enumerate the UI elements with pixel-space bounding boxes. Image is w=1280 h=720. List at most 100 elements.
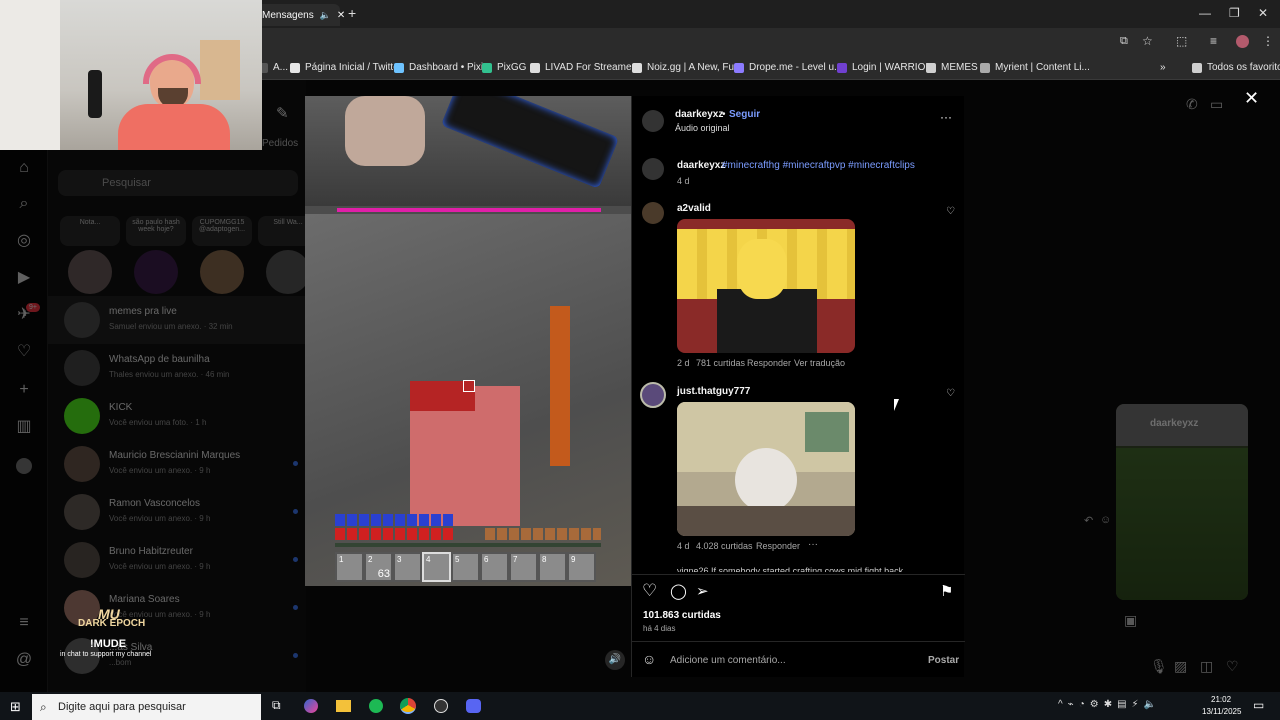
threads-icon[interactable]: @	[14, 650, 34, 670]
bookmark-item[interactable]: Myrient | Content Li...	[980, 62, 1090, 73]
comment-user[interactable]: a2valid	[677, 203, 711, 214]
more-options-icon[interactable]: ···	[940, 110, 952, 124]
comment-input[interactable]: Adicione um comentário...	[670, 655, 910, 666]
video-call-icon[interactable]: ▭	[1210, 96, 1223, 113]
sticker-icon[interactable]: ▣	[1124, 612, 1137, 629]
reply-icon[interactable]: ↶	[1084, 514, 1093, 527]
obs-icon[interactable]	[434, 699, 448, 713]
react-icon[interactable]: ☺	[1100, 514, 1111, 526]
menu-icon[interactable]: ⋮	[1262, 34, 1274, 48]
bookmark-star-icon[interactable]: ☆	[1142, 34, 1153, 48]
share-icon[interactable]: ➢	[696, 582, 709, 600]
close-window-button[interactable]: ✕	[1258, 6, 1268, 20]
mute-button[interactable]: 🔊	[605, 650, 625, 670]
bookmark-item[interactable]: A...	[258, 62, 288, 73]
bookmark-item[interactable]: Drope.me - Level u...	[734, 62, 842, 73]
bookmark-item[interactable]: PixGG	[482, 62, 526, 73]
voice-message-icon[interactable]: 🎙	[1150, 658, 1168, 675]
new-message-icon[interactable]: ✎	[276, 104, 289, 122]
search-input[interactable]: Pesquisar	[58, 170, 298, 196]
more-menu-icon[interactable]: ≡	[14, 613, 34, 633]
media-icon[interactable]: ≡	[1210, 34, 1217, 48]
comment-likes[interactable]: 4.028 curtidas	[696, 541, 753, 551]
total-likes[interactable]: 101.863 curtidas	[643, 610, 721, 621]
comment-reply[interactable]: Responder	[747, 358, 791, 368]
all-favorites-folder[interactable]: Todos os favoritos	[1192, 62, 1280, 73]
call-icon[interactable]: ✆	[1186, 96, 1198, 113]
comment-avatar[interactable]	[640, 382, 666, 408]
bookmark-item[interactable]: Login | WARRIOR	[837, 62, 933, 73]
spotify-icon[interactable]	[369, 699, 383, 713]
conversation-item[interactable]: Bruno Habitzreuter Você enviou um anexo. …	[48, 536, 306, 584]
reel-video[interactable]: 1 2 63 3 4 5 6 7 8 9	[305, 96, 632, 586]
author-avatar[interactable]	[642, 110, 664, 132]
pedidos-link[interactable]: Pedidos	[262, 138, 298, 149]
post-comment-button[interactable]: Postar	[928, 655, 959, 666]
tab-close-icon[interactable]: ✕	[337, 10, 345, 21]
conversation-item[interactable]: KICK Você enviou uma foto. · 1 h	[48, 392, 306, 440]
install-app-icon[interactable]: ⧉	[1120, 35, 1128, 48]
save-icon[interactable]: ⚑	[940, 582, 953, 600]
reels-icon[interactable]: ▶	[14, 268, 34, 288]
taskbar-search-input[interactable]: ⌕ Digite aqui para pesquisar	[32, 694, 261, 720]
profile-avatar[interactable]	[1236, 35, 1249, 48]
notifications-icon[interactable]: ♡	[14, 342, 34, 362]
bookmarks-overflow-icon[interactable]: »	[1160, 62, 1166, 73]
shared-reel-preview[interactable]: daarkeyxz	[1116, 404, 1248, 600]
new-tab-button[interactable]: +	[348, 5, 356, 21]
caption-hashtags[interactable]: #minecrafthg #minecraftpvp #minecraftcli…	[722, 160, 915, 171]
caption-author[interactable]: daarkeyxz	[677, 160, 725, 171]
copilot-icon[interactable]	[304, 699, 318, 713]
caption-avatar[interactable]	[642, 158, 664, 180]
minimize-button[interactable]: —	[1199, 6, 1211, 20]
chrome-icon[interactable]	[400, 698, 416, 714]
follow-button[interactable]: Seguir	[729, 109, 760, 120]
conversation-item[interactable]: Ramon Vasconcelos Você enviou um anexo. ·…	[48, 488, 306, 536]
comment-translate[interactable]: Ver tradução	[794, 358, 845, 368]
taskbar-date[interactable]: 13/11/2025	[1202, 707, 1241, 716]
taskbar-time[interactable]: 21:02	[1211, 695, 1231, 704]
like-heart-icon[interactable]: ♡	[1226, 658, 1239, 675]
comment-more[interactable]: ···	[808, 539, 818, 550]
restore-button[interactable]: ❐	[1229, 6, 1240, 20]
extensions-icon[interactable]: ⬚	[1176, 34, 1187, 48]
home-icon[interactable]: ⌂	[14, 158, 34, 178]
conversation-item[interactable]: Mauricio Brescianini Marques Você enviou …	[48, 440, 306, 488]
comment-like-icon[interactable]: ♡	[946, 206, 955, 217]
dashboard-icon[interactable]: ▥	[14, 417, 34, 437]
comment-likes[interactable]: 781 curtidas	[696, 358, 745, 368]
comment-gif-fat-guy[interactable]	[677, 402, 855, 536]
comment-icon[interactable]: ◯	[670, 582, 687, 600]
conversation-item[interactable]: memes pra live Samuel enviou um anexo. · …	[48, 296, 306, 344]
bookmark-item[interactable]: LIVAD For Streamer...	[530, 62, 643, 73]
like-icon[interactable]: ♡	[642, 581, 657, 601]
image-upload-icon[interactable]: ▨	[1174, 658, 1187, 675]
author-name[interactable]: daarkeyxz	[675, 109, 723, 120]
comment-like-icon[interactable]: ♡	[946, 388, 955, 399]
tab-messages[interactable]: Mensagens 🔈 ✕	[256, 4, 345, 26]
notifications-icon[interactable]: ▭	[1253, 698, 1264, 712]
file-explorer-icon[interactable]	[336, 700, 351, 712]
sticker-picker-icon[interactable]: ◫	[1200, 658, 1213, 675]
close-overlay-icon[interactable]: ✕	[1244, 88, 1259, 109]
comment-user[interactable]: just.thatguy777	[677, 386, 750, 397]
comment-reply[interactable]: Responder	[756, 541, 800, 551]
windows-start-icon[interactable]: ⊞	[10, 699, 21, 715]
bookmark-item[interactable]: MEMES	[926, 62, 978, 73]
task-view-icon[interactable]: ⧉	[272, 698, 281, 713]
explore-icon[interactable]: ◎	[14, 231, 34, 251]
emoji-icon[interactable]: ☺	[642, 651, 656, 667]
tab-audio-icon[interactable]: 🔈	[320, 10, 331, 21]
conversation-item[interactable]: WhatsApp de baunilha Thales enviou um ane…	[48, 344, 306, 392]
search-icon[interactable]: ⌕	[14, 194, 34, 214]
audio-label[interactable]: Áudio original	[675, 123, 730, 133]
discord-icon[interactable]	[466, 699, 481, 713]
bookmark-item[interactable]: Página Inicial / Twitter	[290, 62, 402, 73]
bookmark-item[interactable]: Noiz.gg | A New, Fu...	[632, 62, 742, 73]
comment-avatar[interactable]	[642, 202, 664, 224]
tray-icons[interactable]: ^⌁◔⚙✱▤⚡🔈	[1058, 699, 1161, 710]
create-icon[interactable]: +	[14, 380, 34, 400]
profile-avatar-nav[interactable]	[16, 458, 32, 474]
comment-gif-simpsons[interactable]	[677, 219, 855, 353]
bookmark-item[interactable]: Dashboard • Pixie	[394, 62, 489, 73]
